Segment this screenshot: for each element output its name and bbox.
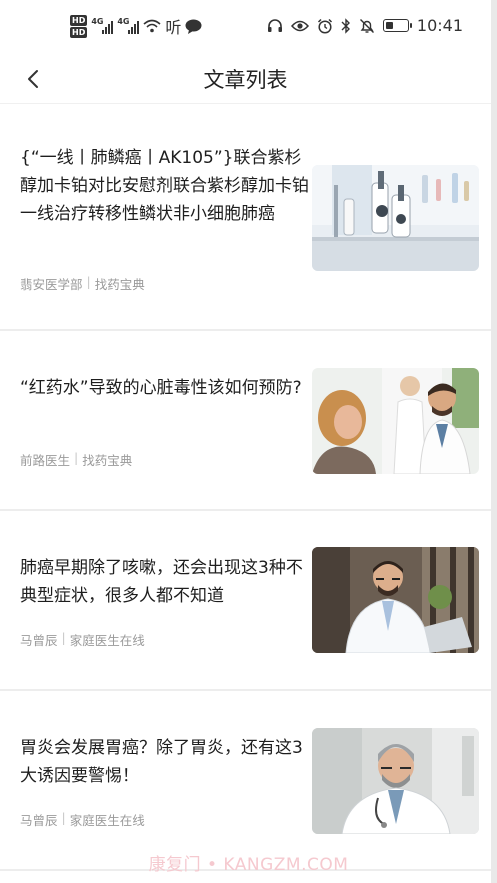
chat-bubble-icon: [185, 19, 202, 34]
article-author: 前路医生: [20, 453, 71, 468]
signal-icon: 4G: [117, 17, 140, 35]
scroll-edge: [491, 0, 497, 883]
article-meta: 马曾辰 | 家庭医生在线: [20, 630, 145, 649]
hd-badge: HD: [70, 26, 88, 38]
status-right: 10:41: [267, 16, 463, 35]
article-item[interactable]: 胃炎会发展胃癌？除了胃炎，还有这3大诱因要警惕！ 马曾辰 | 家庭医生在线: [0, 691, 491, 871]
article-title: “红药水”导致的心脏毒性该如何预防?: [20, 378, 302, 398]
signal-icon: 4G: [91, 17, 114, 35]
article-meta: 前路医生 | 找药宝典: [20, 450, 132, 469]
article-source: 家庭医生在线: [69, 633, 145, 648]
watermark: 康复门 • KANGZM.COM: [148, 855, 349, 875]
meta-divider: |: [86, 274, 91, 289]
article-author: 翡安医学部: [20, 277, 83, 292]
wifi-icon: [143, 19, 161, 33]
article-title: 胃炎会发展胃癌？除了胃炎，还有这3大诱因要警惕！: [20, 738, 303, 786]
meta-divider: |: [61, 810, 66, 825]
article-title: {“一线丨肺鳞癌丨AK105”}联合紫杉醇加卡铂对比安慰剂联合紫杉醇加卡铂一线治…: [20, 148, 309, 224]
bluetooth-icon: [341, 17, 350, 34]
article-meta: 翡安医学部 | 找药宝典: [20, 274, 145, 293]
article-item[interactable]: 肺癌早期除了咳嗽，还会出现这3种不典型症状，很多人都不知道 马曾辰 | 家庭医生…: [0, 511, 491, 691]
navigation-header: 文章列表: [0, 58, 491, 104]
status-left: HD HD 4G 4G 听: [70, 14, 202, 38]
battery-level: [385, 22, 394, 29]
headset-icon: [267, 18, 282, 32]
article-item[interactable]: {“一线丨肺鳞癌丨AK105”}联合紫杉醇加卡铂对比安慰剂联合紫杉醇加卡铂一线治…: [0, 105, 491, 331]
status-bar: HD HD 4G 4G 听 10:41: [0, 0, 491, 58]
clock: 10:41: [416, 16, 463, 35]
smiling-doctor-at-laptop-photo: [312, 547, 479, 653]
meta-divider: |: [74, 450, 79, 465]
senior-doctor-portrait-photo: [312, 728, 479, 834]
battery-icon: [382, 19, 412, 32]
hd-indicators: HD HD: [70, 14, 88, 38]
doctor-talking-with-elderly-patient-photo: [312, 368, 479, 474]
article-list-screen: HD HD 4G 4G 听 10:41 文章列表 {“一线丨肺鳞癌丨AK105”…: [0, 0, 497, 883]
alarm-icon: [317, 18, 332, 34]
article-title: 肺癌早期除了咳嗽，还会出现这3种不典型症状，很多人都不知道: [20, 558, 303, 606]
page-title: 文章列表: [203, 68, 288, 92]
article-source: 家庭医生在线: [69, 813, 145, 828]
article-item[interactable]: “红药水”导致的心脏毒性该如何预防? 前路医生 | 找药宝典: [0, 331, 491, 511]
mute-bell-icon: [359, 18, 374, 33]
article-author: 马曾辰: [20, 633, 58, 648]
article-author: 马曾辰: [20, 813, 58, 828]
article-meta: 马曾辰 | 家庭医生在线: [20, 810, 145, 829]
listen-glyph: 听: [165, 18, 182, 37]
article-source: 找药宝典: [82, 453, 133, 468]
meta-divider: |: [61, 630, 66, 645]
eye-icon: [290, 20, 309, 31]
article-source: 找药宝典: [94, 277, 145, 292]
laboratory-microscopes-photo: [312, 165, 479, 271]
hd-badge: HD: [70, 14, 88, 26]
